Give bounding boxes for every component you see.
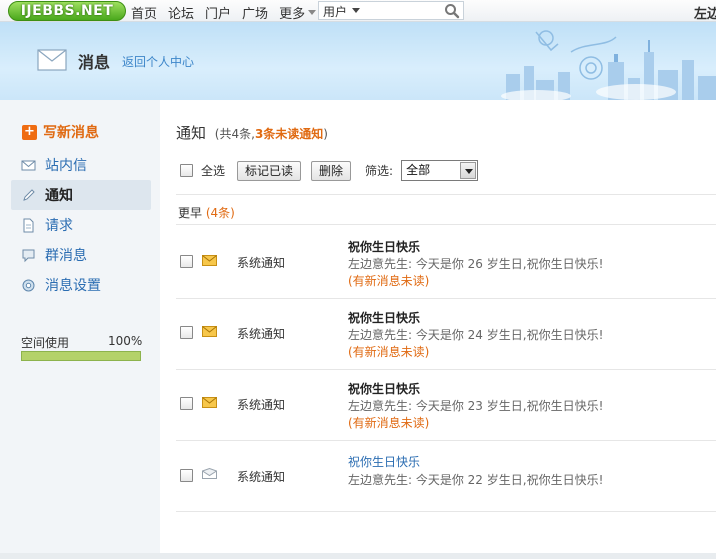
mark-read-button[interactable]: 标记已读 <box>237 160 302 181</box>
notice-sender: 系统通知 <box>237 327 286 341</box>
unread-mail-icon <box>202 397 217 408</box>
summary-unread: 3条未读通知 <box>254 127 324 141</box>
chevron-down-icon[interactable] <box>460 162 477 179</box>
unread-mail-icon <box>202 326 217 337</box>
space-usage-fill <box>22 352 140 360</box>
group-label: 更早 <box>178 206 203 220</box>
main-content: 通知 (共4条,3条未读通知) 全选 标记已读 删除 筛选: 全部 更早 (4条… <box>160 100 716 559</box>
notice-body: 左边意先生: 今天是你 23 岁生日,祝你生日快乐! <box>348 399 604 413</box>
filter-select[interactable]: 全部 <box>401 160 479 181</box>
notice-sender: 系统通知 <box>237 398 286 412</box>
space-usage-value: 100% <box>108 334 143 348</box>
sidebar-item-label: 通知 <box>45 188 73 204</box>
top-nav-bar: IJEBBS.NET 首页 论坛 门户 广场 更多 用户 左边 <box>0 0 716 22</box>
nav-more-dropdown[interactable]: 更多 <box>279 3 316 22</box>
sidebar-item-group-messages[interactable]: 群消息 <box>11 240 151 270</box>
summary-close: ) <box>323 127 328 141</box>
select-all-checkbox[interactable] <box>180 164 193 177</box>
notice-row[interactable]: 系统通知 祝你生日快乐左边意先生: 今天是你 22 岁生日,祝你生日快乐! <box>176 441 716 511</box>
user-link[interactable]: 左边 <box>694 3 716 22</box>
unread-flag: (有新消息未读) <box>348 345 430 359</box>
unread-mail-icon <box>202 255 217 266</box>
compose-message-button[interactable]: + 写新消息 <box>22 122 99 142</box>
notice-body: 左边意先生: 今天是你 26 岁生日,祝你生日快乐! <box>348 257 604 271</box>
notice-sender: 系统通知 <box>237 470 286 484</box>
notice-body: 左边意先生: 今天是你 22 岁生日,祝你生日快乐! <box>348 473 604 487</box>
envelope-icon <box>21 160 36 170</box>
envelope-icon <box>37 49 67 71</box>
read-mail-icon <box>202 468 217 479</box>
notice-sender: 系统通知 <box>237 256 286 270</box>
space-usage-label: 空间使用 <box>21 336 70 350</box>
notice-body: 左边意先生: 今天是你 24 岁生日,祝你生日快乐! <box>348 328 604 342</box>
notice-checkbox[interactable] <box>180 326 193 339</box>
page-banner: 消息 返回个人中心 <box>0 22 716 100</box>
group-header: 更早 (4条) <box>178 204 235 221</box>
sidebar-item-inbox[interactable]: 站内信 <box>11 150 151 180</box>
nav-item-square[interactable]: 广场 <box>242 3 268 22</box>
divider <box>176 224 716 225</box>
page-title: 消息 <box>78 53 111 72</box>
divider <box>176 511 716 512</box>
sidebar-item-message-settings[interactable]: 消息设置 <box>11 270 151 300</box>
plus-icon: + <box>22 124 37 140</box>
site-logo[interactable]: IJEBBS.NET <box>8 1 126 21</box>
nav-item-portal[interactable]: 门户 <box>205 3 231 22</box>
document-icon <box>23 218 34 232</box>
notice-checkbox[interactable] <box>180 397 193 410</box>
nav-item-home[interactable]: 首页 <box>131 3 157 22</box>
chat-icon <box>22 249 35 262</box>
section-title-text: 通知 <box>176 124 207 142</box>
notice-subject[interactable]: 祝你生日快乐 <box>348 380 420 397</box>
sidebar-item-label: 请求 <box>45 218 73 234</box>
unread-flag: (有新消息未读) <box>348 274 430 288</box>
sidebar-item-label: 群消息 <box>45 248 87 264</box>
notice-row[interactable]: 系统通知 祝你生日快乐左边意先生: 今天是你 23 岁生日,祝你生日快乐! (有新消… <box>176 370 716 440</box>
sidebar-item-label: 消息设置 <box>45 278 101 294</box>
delete-button[interactable]: 删除 <box>311 160 352 181</box>
filter-label: 筛选: <box>365 164 394 178</box>
notice-subject[interactable]: 祝你生日快乐 <box>348 453 420 470</box>
sidebar-item-requests[interactable]: 请求 <box>11 210 151 240</box>
nav-item-forum[interactable]: 论坛 <box>168 3 194 22</box>
summary-total: (共4条, <box>214 127 255 141</box>
search-icon[interactable] <box>444 3 460 19</box>
notice-toolbar: 全选 标记已读 删除 筛选: 全部 <box>176 160 479 181</box>
pencil-icon <box>23 188 35 201</box>
notice-checkbox[interactable] <box>180 255 193 268</box>
settings-icon <box>22 279 35 291</box>
notice-row[interactable]: 系统通知 祝你生日快乐左边意先生: 今天是你 24 岁生日,祝你生日快乐! (有新消… <box>176 299 716 369</box>
sidebar: + 写新消息 站内信 通知 请求 群消息 消息设置 空间使用 100% <box>0 100 160 559</box>
notice-subject[interactable]: 祝你生日快乐 <box>348 309 420 326</box>
bottom-strip <box>0 553 716 559</box>
divider <box>176 194 716 195</box>
search-box[interactable]: 用户 <box>318 1 464 20</box>
select-all-label: 全选 <box>201 164 226 178</box>
notice-checkbox[interactable] <box>180 469 193 482</box>
space-usage-bar <box>21 351 141 361</box>
city-skyline-illustration <box>501 30 716 100</box>
notice-summary: (共4条,3条未读通知) <box>215 127 328 141</box>
search-scope-select[interactable]: 用户 <box>323 3 360 20</box>
filter-select-value: 全部 <box>406 163 431 177</box>
notice-row[interactable]: 系统通知 祝你生日快乐左边意先生: 今天是你 26 岁生日,祝你生日快乐! (有新消… <box>176 228 716 298</box>
main-nav: 首页 论坛 门户 广场 更多 <box>131 3 316 22</box>
sidebar-item-notices[interactable]: 通知 <box>11 180 151 210</box>
back-to-profile-link[interactable]: 返回个人中心 <box>122 53 194 70</box>
unread-flag: (有新消息未读) <box>348 416 430 430</box>
sidebar-item-label: 站内信 <box>45 158 87 174</box>
compose-label: 写新消息 <box>43 125 99 141</box>
notice-subject[interactable]: 祝你生日快乐 <box>348 238 420 255</box>
sidebar-menu: 站内信 通知 请求 群消息 消息设置 <box>11 150 151 300</box>
group-count: (4条) <box>205 206 235 220</box>
section-title: 通知 (共4条,3条未读通知) <box>176 122 328 143</box>
